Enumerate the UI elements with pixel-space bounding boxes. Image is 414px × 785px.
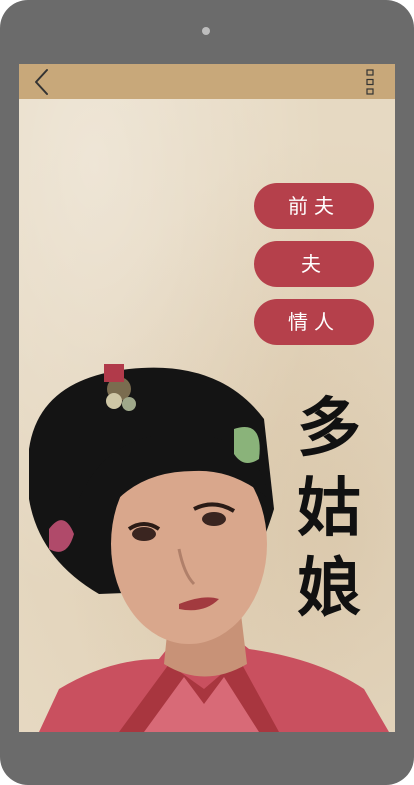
title-char: 姑 [297, 471, 361, 546]
title-char: 多 [297, 391, 361, 466]
top-bar [19, 64, 395, 99]
chevron-left-icon[interactable] [31, 68, 53, 96]
tag-button-ex-husband[interactable]: 前夫 [254, 183, 374, 229]
app-screen: 前夫 夫 情人 多 姑 娘 [19, 64, 395, 732]
device-frame: 前夫 夫 情人 多 姑 娘 [0, 0, 414, 785]
tag-button-husband[interactable]: 夫 [254, 241, 374, 287]
character-name-vertical: 多 姑 娘 [289, 389, 369, 629]
tag-button-lover[interactable]: 情人 [254, 299, 374, 345]
title-char: 娘 [297, 551, 361, 626]
vertical-dots-icon[interactable] [365, 69, 375, 95]
camera-dot [202, 27, 210, 35]
